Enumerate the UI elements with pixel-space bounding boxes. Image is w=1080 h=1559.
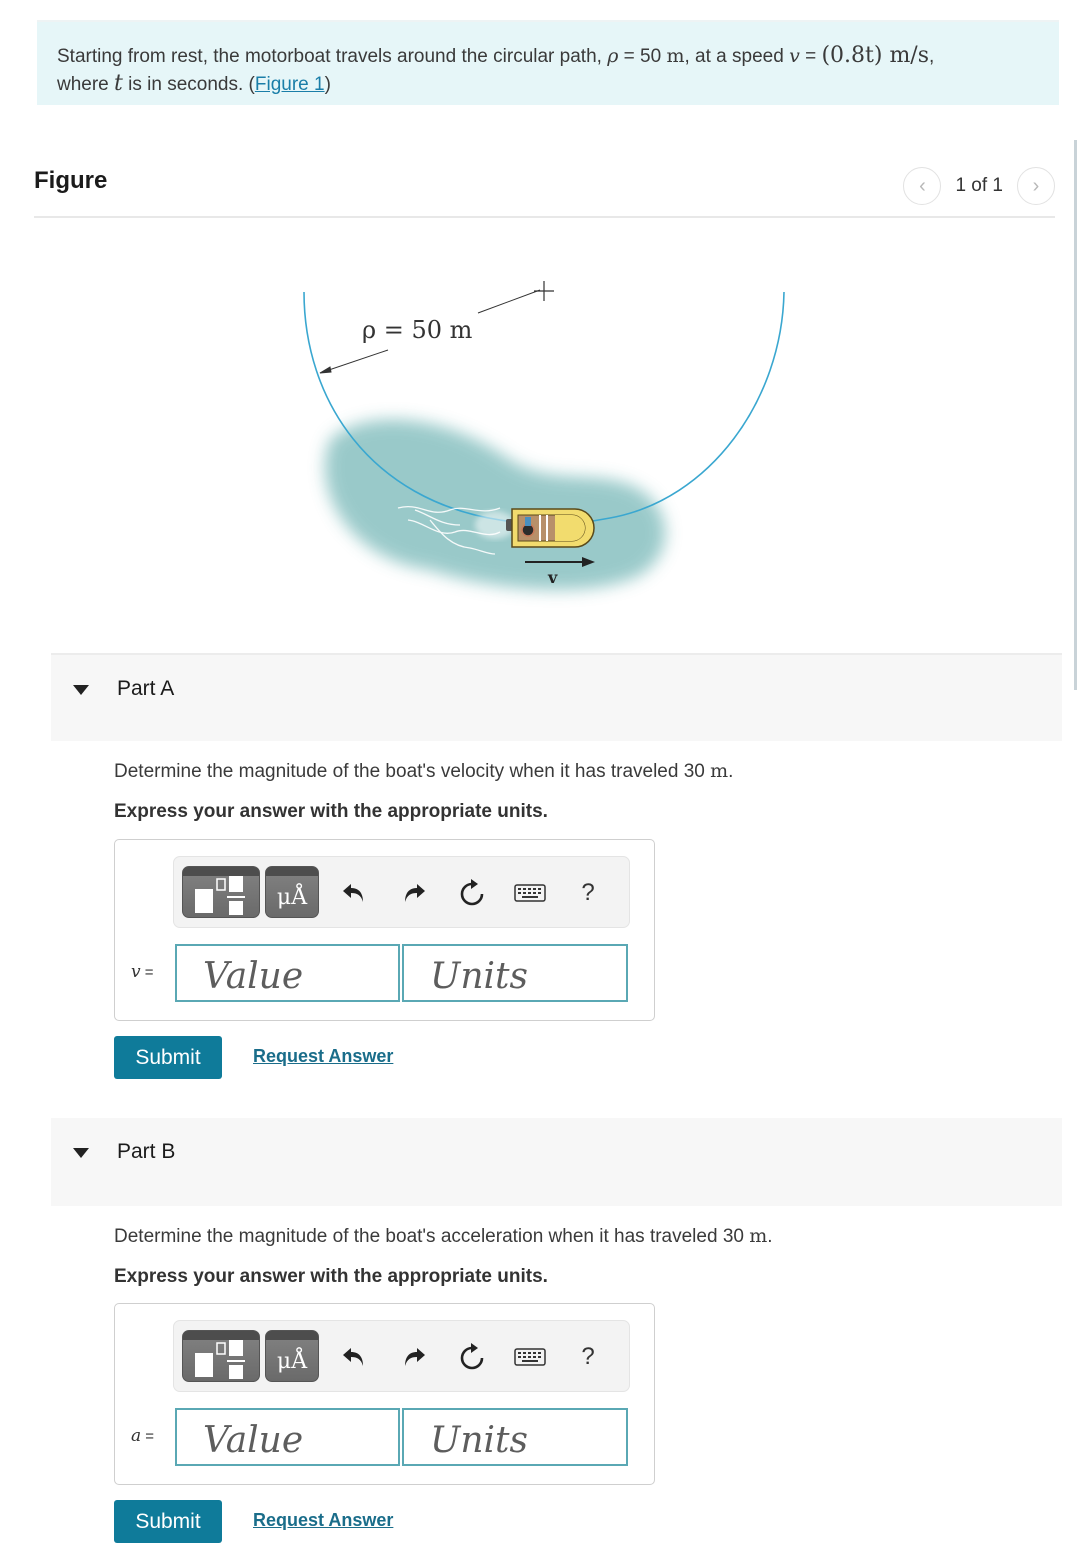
keyboard-button[interactable]: [514, 877, 546, 909]
help-button[interactable]: ?: [572, 1341, 604, 1373]
variable-label: v =: [131, 962, 154, 982]
problem-statement: Starting from rest, the motorboat travel…: [37, 20, 1059, 105]
velocity-label: v: [547, 568, 558, 587]
water-patch: [324, 419, 666, 590]
part-b-header[interactable]: Part B: [51, 1118, 1062, 1206]
help-button[interactable]: ?: [572, 877, 604, 909]
radius-label: ρ = 50 m: [362, 316, 473, 344]
units-button[interactable]: μÅ: [265, 1330, 319, 1382]
redo-button[interactable]: [398, 877, 430, 909]
part-b-toolbar: μÅ ?: [173, 1320, 630, 1392]
undo-button[interactable]: [338, 1341, 370, 1373]
redo-icon: [405, 1348, 425, 1366]
redo-button[interactable]: [398, 1341, 430, 1373]
part-b-request-answer-link[interactable]: Request Answer: [253, 1510, 393, 1531]
figure-diagram: v ρ = 50 m: [290, 270, 810, 610]
part-a-instruction: Express your answer with the appropriate…: [114, 801, 548, 822]
chevron-left-icon: ‹: [919, 174, 926, 197]
redo-icon: [405, 884, 425, 902]
figure-link[interactable]: Figure 1: [255, 74, 325, 95]
undo-icon: [343, 884, 363, 902]
problem-line-2: where t is in seconds. (Figure 1): [57, 71, 331, 96]
undo-button[interactable]: [338, 877, 370, 909]
variable-label: a =: [131, 1426, 155, 1446]
part-b-title: Part B: [117, 1140, 176, 1163]
value-input[interactable]: [175, 1408, 400, 1466]
reset-button[interactable]: [456, 1341, 488, 1373]
center-mark: [534, 281, 554, 301]
units-button[interactable]: μÅ: [265, 866, 319, 918]
figure-title: Figure: [34, 167, 108, 194]
reset-button[interactable]: [456, 877, 488, 909]
figure-pager: ‹ 1 of 1 ›: [903, 167, 1055, 205]
part-a-answer-box: μÅ ? v =: [114, 839, 655, 1021]
part-b-instruction: Express your answer with the appropriate…: [114, 1266, 548, 1287]
undo-icon: [343, 1348, 363, 1366]
reset-icon: [460, 879, 484, 906]
prev-figure-button[interactable]: ‹: [903, 167, 942, 205]
keyboard-icon: [514, 884, 546, 902]
value-input[interactable]: [175, 944, 400, 1002]
problem-line-1: Starting from rest, the motorboat travel…: [57, 43, 935, 68]
motorboat: [506, 508, 595, 548]
part-a-title: Part A: [117, 677, 175, 700]
collapse-caret-icon[interactable]: [73, 685, 89, 695]
keyboard-icon: [514, 1348, 546, 1366]
scrollbar[interactable]: [1074, 140, 1077, 690]
figure-header: Figure ‹ 1 of 1 ›: [34, 155, 1055, 218]
part-b-answer-box: μÅ ? a =: [114, 1303, 655, 1485]
part-b-submit-button[interactable]: Submit: [114, 1500, 222, 1543]
templates-icon: [195, 1340, 245, 1379]
reset-icon: [460, 1343, 484, 1370]
collapse-caret-icon[interactable]: [73, 1148, 89, 1158]
templates-icon: [195, 876, 245, 915]
pager-text: 1 of 1: [955, 175, 1003, 196]
part-a-question: Determine the magnitude of the boat's ve…: [114, 760, 734, 782]
part-a-toolbar: μÅ ?: [173, 856, 630, 928]
part-a-request-answer-link[interactable]: Request Answer: [253, 1046, 393, 1067]
units-input[interactable]: [402, 1408, 628, 1466]
part-a-header[interactable]: Part A: [51, 653, 1062, 741]
keyboard-button[interactable]: [514, 1341, 546, 1373]
boat-diagram: v ρ = 50 m: [303, 281, 785, 590]
next-figure-button[interactable]: ›: [1017, 167, 1055, 205]
part-a-submit-button[interactable]: Submit: [114, 1036, 222, 1079]
part-b-question: Determine the magnitude of the boat's ac…: [114, 1225, 773, 1247]
templates-button[interactable]: [182, 866, 260, 918]
chevron-right-icon: ›: [1032, 174, 1040, 197]
templates-button[interactable]: [182, 1330, 260, 1382]
units-input[interactable]: [402, 944, 628, 1002]
